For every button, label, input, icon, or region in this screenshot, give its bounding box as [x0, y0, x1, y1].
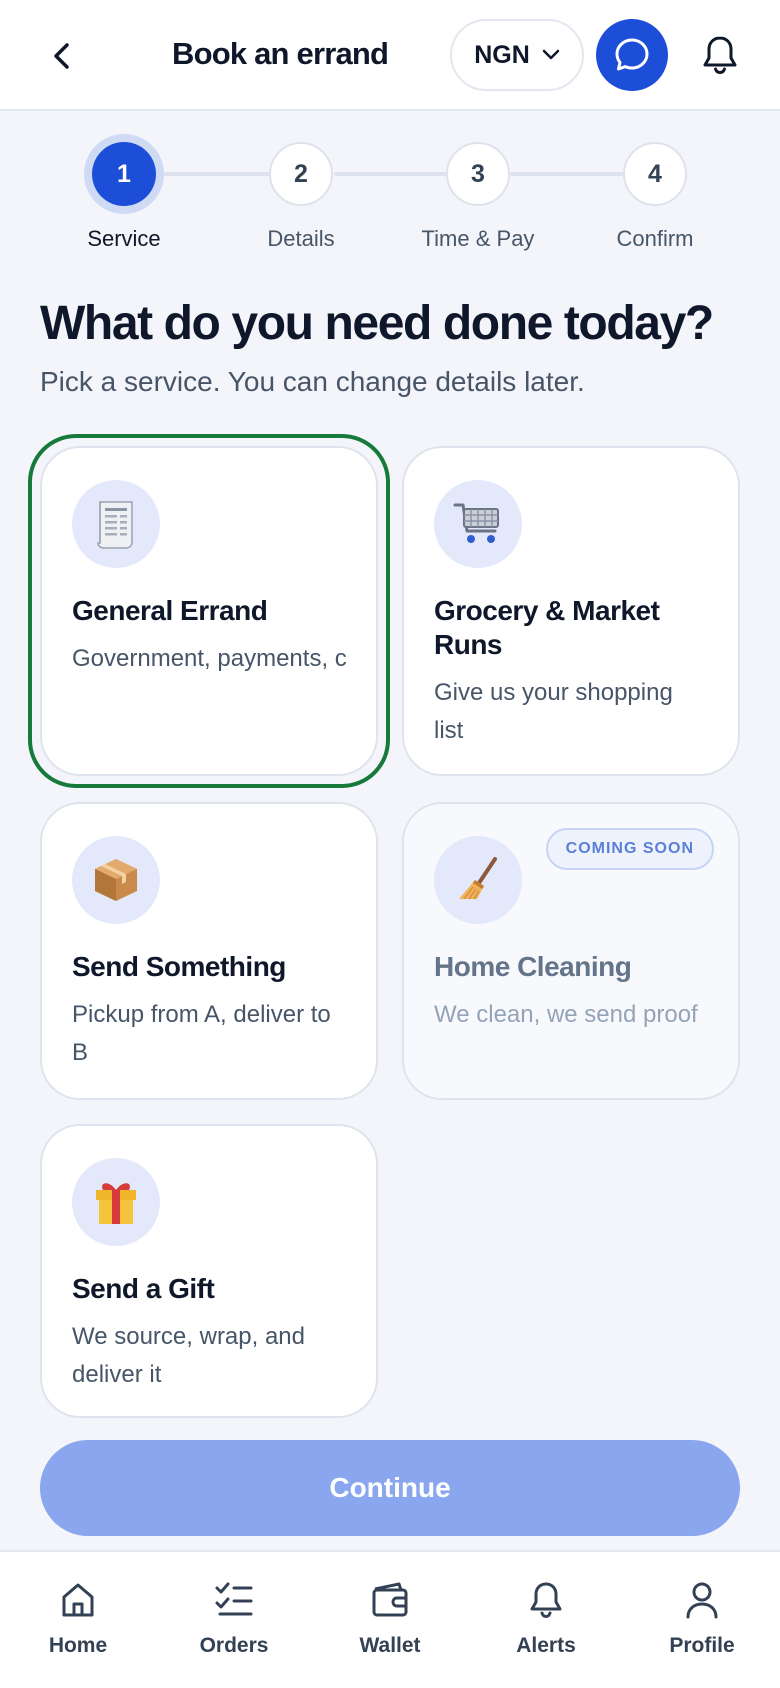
chevron-down-icon [542, 49, 560, 60]
continue-button[interactable]: Continue [40, 1440, 740, 1536]
page-heading: What do you need done today? [40, 297, 714, 350]
bell-icon [468, 1578, 624, 1622]
service-card-send-gift[interactable]: Send a Gift We source, wrap, and deliver… [40, 1124, 378, 1418]
nav-item-orders[interactable]: Orders [156, 1552, 312, 1688]
chevron-left-icon [54, 43, 69, 69]
receipt-icon [72, 480, 160, 568]
step-number: 3 [446, 142, 510, 206]
service-title: Grocery & Market Runs [434, 595, 660, 660]
service-description: We source, wrap, and deliver it [72, 1323, 306, 1388]
service-description: We clean, we send proof [434, 1001, 698, 1028]
service-title: General Errand [72, 595, 268, 626]
service-card-home-cleaning[interactable]: COMING SOON Home Cleaning We clean, we s… [402, 802, 740, 1100]
checklist-icon [156, 1578, 312, 1622]
step-label: Time & Pay [421, 226, 535, 251]
nav-label: Home [48, 1634, 108, 1657]
nav-label: Profile [669, 1634, 735, 1657]
nav-label: Wallet [359, 1634, 421, 1657]
shopping-cart-icon [434, 480, 522, 568]
page-title: Book an errand [172, 36, 389, 71]
service-description: Give us your shopping list [434, 679, 673, 744]
nav-item-home[interactable]: Home [0, 1552, 156, 1688]
user-icon [624, 1578, 780, 1622]
bottom-navigation: Home Orders Wallet Alerts Profile [0, 1550, 780, 1688]
wallet-icon [312, 1578, 468, 1622]
service-card-general-errand[interactable]: General Errand Government, payments, cor… [40, 446, 378, 776]
step-number: 1 [92, 142, 156, 206]
step-label: Service [87, 226, 161, 251]
nav-item-profile[interactable]: Profile [624, 1552, 780, 1688]
service-description: Pickup from A, deliver to B [72, 1001, 331, 1066]
step-number: 2 [269, 142, 333, 206]
page-subheading: Pick a service. You can change details l… [40, 366, 585, 397]
service-title: Send Something [72, 951, 286, 982]
service-card-send-something[interactable]: Send Something Pickup from A, deliver to… [40, 802, 378, 1100]
step-confirm[interactable]: 4 Confirm [565, 130, 745, 252]
notifications-button[interactable] [696, 28, 744, 82]
gift-icon [72, 1158, 160, 1246]
broom-icon [434, 836, 522, 924]
nav-label: Alerts [516, 1634, 576, 1657]
package-icon [72, 836, 160, 924]
step-label: Confirm [616, 226, 694, 251]
coming-soon-badge: COMING SOON [545, 828, 714, 870]
step-time-pay[interactable]: 3 Time & Pay [388, 130, 568, 252]
currency-label: NGN [474, 40, 530, 69]
home-icon [0, 1578, 156, 1622]
step-details[interactable]: 2 Details [211, 130, 391, 252]
bell-icon [703, 36, 737, 75]
top-app-bar: Book an errand NGN [0, 0, 780, 111]
nav-item-alerts[interactable]: Alerts [468, 1552, 624, 1688]
service-card-grocery[interactable]: Grocery & Market Runs Give us your shopp… [402, 446, 740, 776]
service-title: Send a Gift [72, 1273, 215, 1304]
chat-bubble-icon [615, 38, 649, 71]
nav-label: Orders [199, 1634, 269, 1657]
back-button[interactable] [40, 30, 84, 82]
nav-item-wallet[interactable]: Wallet [312, 1552, 468, 1688]
step-label: Details [267, 226, 335, 251]
currency-selector[interactable]: NGN [450, 19, 584, 91]
service-description: Government, payments, corporate ... [72, 645, 346, 672]
progress-stepper: 1 Service 2 Details 3 Time & Pay 4 Confi… [0, 130, 780, 260]
step-number: 4 [623, 142, 687, 206]
chat-button[interactable] [596, 19, 668, 91]
step-service[interactable]: 1 Service [34, 130, 214, 252]
service-title: Home Cleaning [434, 951, 632, 982]
